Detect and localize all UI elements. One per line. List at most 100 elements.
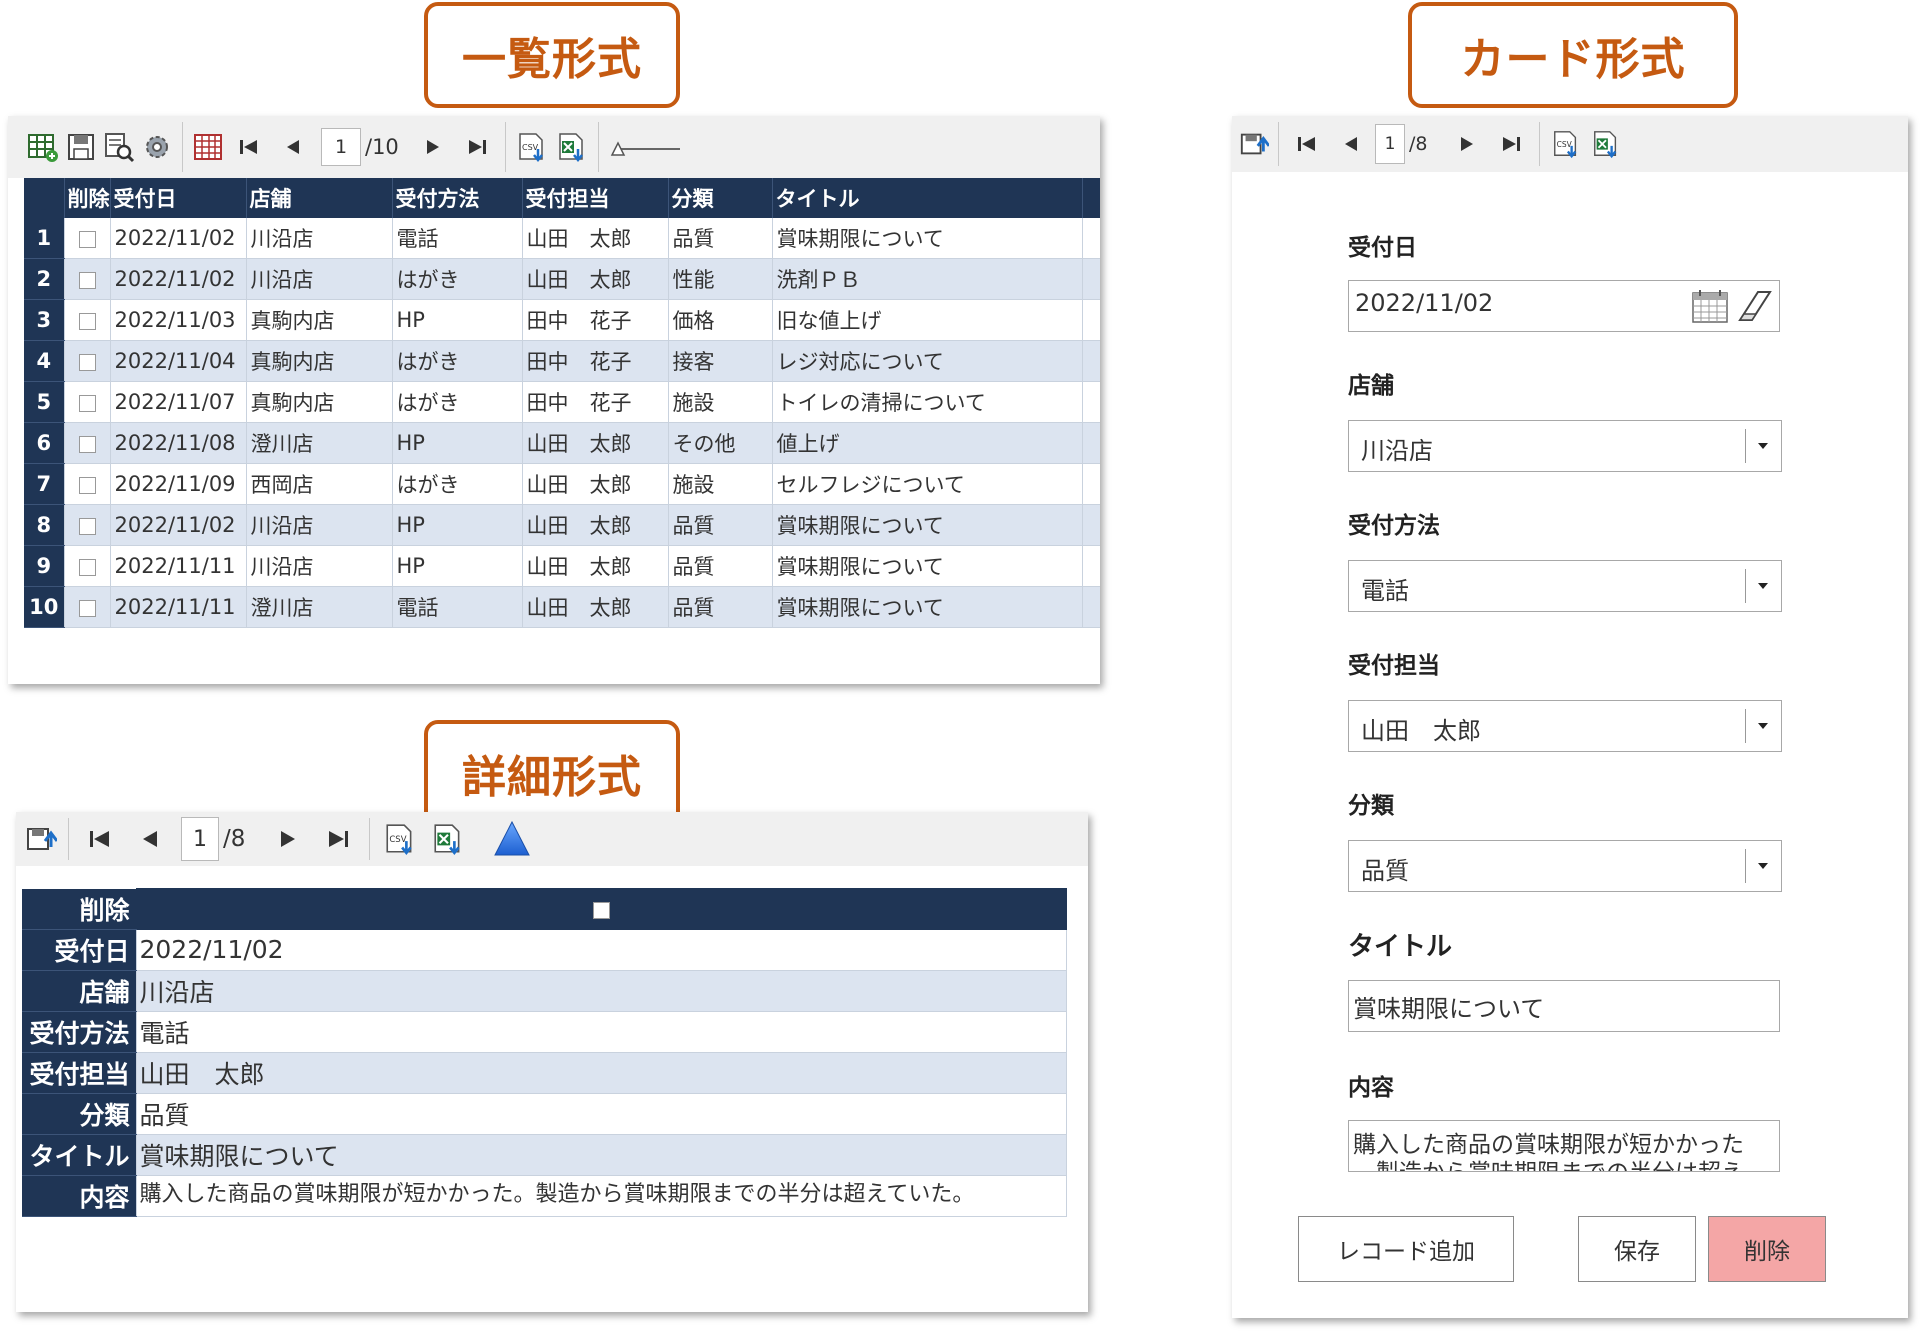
grid-add-icon[interactable] [24,127,62,167]
card-store-select[interactable]: 川沿店 [1348,420,1782,472]
cell-date[interactable]: 2022/11/11 [110,586,247,628]
detail-value[interactable]: 電話 [135,1010,1067,1053]
cell-staff[interactable]: 田中 花子 [522,299,669,341]
delete-button[interactable]: 削除 [1708,1216,1826,1282]
page-number-input[interactable]: 1 [321,128,361,166]
cell-method[interactable]: HP [392,545,523,587]
cell-title[interactable]: 賞味期限について [772,586,1083,628]
card-date-input[interactable]: 2022/11/02 [1348,280,1780,332]
delete-checkbox-cell[interactable] [64,299,111,341]
cell-method[interactable]: HP [392,504,523,546]
column-header-title[interactable]: タイトル [772,178,1083,218]
cell-store[interactable]: 真駒内店 [246,340,393,382]
cell-date[interactable]: 2022/11/07 [110,381,247,423]
dropdown-icon[interactable] [1745,701,1781,751]
cell-date[interactable]: 2022/11/02 [110,258,247,300]
delete-checkbox-cell[interactable] [64,381,111,423]
prev-page-icon[interactable] [1329,126,1373,162]
search-icon[interactable] [100,127,138,167]
row-number[interactable]: 2 [24,258,65,300]
cell-date[interactable]: 2022/11/11 [110,545,247,587]
row-number[interactable]: 4 [24,340,65,382]
table-row[interactable]: 9 2022/11/11 川沿店 HP 山田 太郎 品質 賞味期限について [24,545,1100,587]
cell-staff[interactable]: 山田 太郎 [522,463,669,505]
cell-date[interactable]: 2022/11/08 [110,422,247,464]
delete-checkbox[interactable] [78,599,96,617]
cell-staff[interactable]: 山田 太郎 [522,504,669,546]
cell-store[interactable]: 真駒内店 [246,299,393,341]
table-row[interactable]: 3 2022/11/03 真駒内店 HP 田中 花子 価格 旧な値上げ [24,299,1100,341]
cell-overflow[interactable] [1082,586,1100,628]
table-row[interactable]: 10 2022/11/11 澄川店 電話 山田 太郎 品質 賞味期限について [24,586,1100,628]
cell-store[interactable]: 川沿店 [246,504,393,546]
table-icon[interactable] [189,127,227,167]
save-button[interactable]: 保存 [1578,1216,1696,1282]
card-staff-select[interactable]: 山田 太郎 [1348,700,1782,752]
excel-export-icon[interactable] [552,127,592,167]
cell-title[interactable]: 値上げ [772,422,1083,464]
delete-checkbox-cell[interactable] [64,504,111,546]
next-page-icon[interactable] [263,819,313,859]
table-row[interactable]: 6 2022/11/08 澄川店 HP 山田 太郎 その他 値上げ [24,422,1100,464]
gear-icon[interactable] [138,127,176,167]
excel-export-icon[interactable] [1586,126,1626,162]
cell-staff[interactable]: 山田 太郎 [522,258,669,300]
zoom-slider[interactable] [605,127,685,167]
cell-method[interactable]: はがき [392,463,523,505]
column-header-store[interactable]: 店舗 [246,178,393,218]
cell-date[interactable]: 2022/11/03 [110,299,247,341]
card-title-input[interactable]: 賞味期限について [1348,980,1780,1032]
row-number[interactable]: 6 [24,422,65,464]
csv-export-icon[interactable]: CSV [512,127,552,167]
card-method-select[interactable]: 電話 [1348,560,1782,612]
cell-title[interactable]: 賞味期限について [772,504,1083,546]
cell-overflow[interactable] [1082,340,1100,382]
dropdown-icon[interactable] [1745,421,1781,471]
page-number-input[interactable]: 1 [181,817,219,861]
table-row[interactable]: 4 2022/11/04 真駒内店 はがき 田中 花子 接客 レジ対応について [24,340,1100,382]
cell-method[interactable]: 電話 [392,218,523,259]
first-page-icon[interactable] [1285,126,1329,162]
cell-date[interactable]: 2022/11/02 [110,504,247,546]
last-page-icon[interactable] [313,819,363,859]
prev-page-icon[interactable] [271,127,315,167]
table-row[interactable]: 2 2022/11/02 川沿店 はがき 山田 太郎 性能 洗剤ＰＢ [24,258,1100,300]
delete-checkbox-cell[interactable] [64,463,111,505]
cell-staff[interactable]: 山田 太郎 [522,586,669,628]
calendar-icon[interactable] [1689,285,1731,327]
row-number[interactable]: 3 [24,299,65,341]
row-number[interactable]: 7 [24,463,65,505]
delete-checkbox-cell[interactable] [64,340,111,382]
cell-method[interactable]: HP [392,299,523,341]
delete-checkbox[interactable] [78,476,96,494]
cell-store[interactable]: 真駒内店 [246,381,393,423]
column-header-date[interactable]: 受付日 [110,178,247,218]
detail-delete-cell[interactable] [135,888,1067,930]
cell-method[interactable]: はがき [392,381,523,423]
last-page-icon[interactable] [455,127,499,167]
cell-title[interactable]: 賞味期限について [772,218,1083,259]
delete-checkbox[interactable] [78,271,96,289]
column-header-category[interactable]: 分類 [668,178,773,218]
detail-value[interactable]: 賞味期限について [135,1133,1067,1176]
cell-staff[interactable]: 山田 太郎 [522,545,669,587]
prev-page-icon[interactable] [125,819,175,859]
column-header-method[interactable]: 受付方法 [392,178,523,218]
cell-title[interactable]: トイレの清掃について [772,381,1083,423]
cell-method[interactable]: HP [392,422,523,464]
add-record-icon[interactable] [20,819,62,859]
cell-title[interactable]: 賞味期限について [772,545,1083,587]
cell-category[interactable]: その他 [668,422,773,464]
cell-method[interactable]: 電話 [392,586,523,628]
cell-overflow[interactable] [1082,258,1100,300]
cell-category[interactable]: 品質 [668,218,773,259]
csv-export-icon[interactable]: CSV [1546,126,1586,162]
delete-checkbox[interactable] [78,230,96,248]
cell-store[interactable]: 西岡店 [246,463,393,505]
cell-method[interactable]: はがき [392,258,523,300]
column-header-delete[interactable]: 削除 [64,178,111,218]
cell-staff[interactable]: 田中 花子 [522,381,669,423]
cell-category[interactable]: 接客 [668,340,773,382]
cell-category[interactable]: 品質 [668,586,773,628]
cell-staff[interactable]: 田中 花子 [522,340,669,382]
